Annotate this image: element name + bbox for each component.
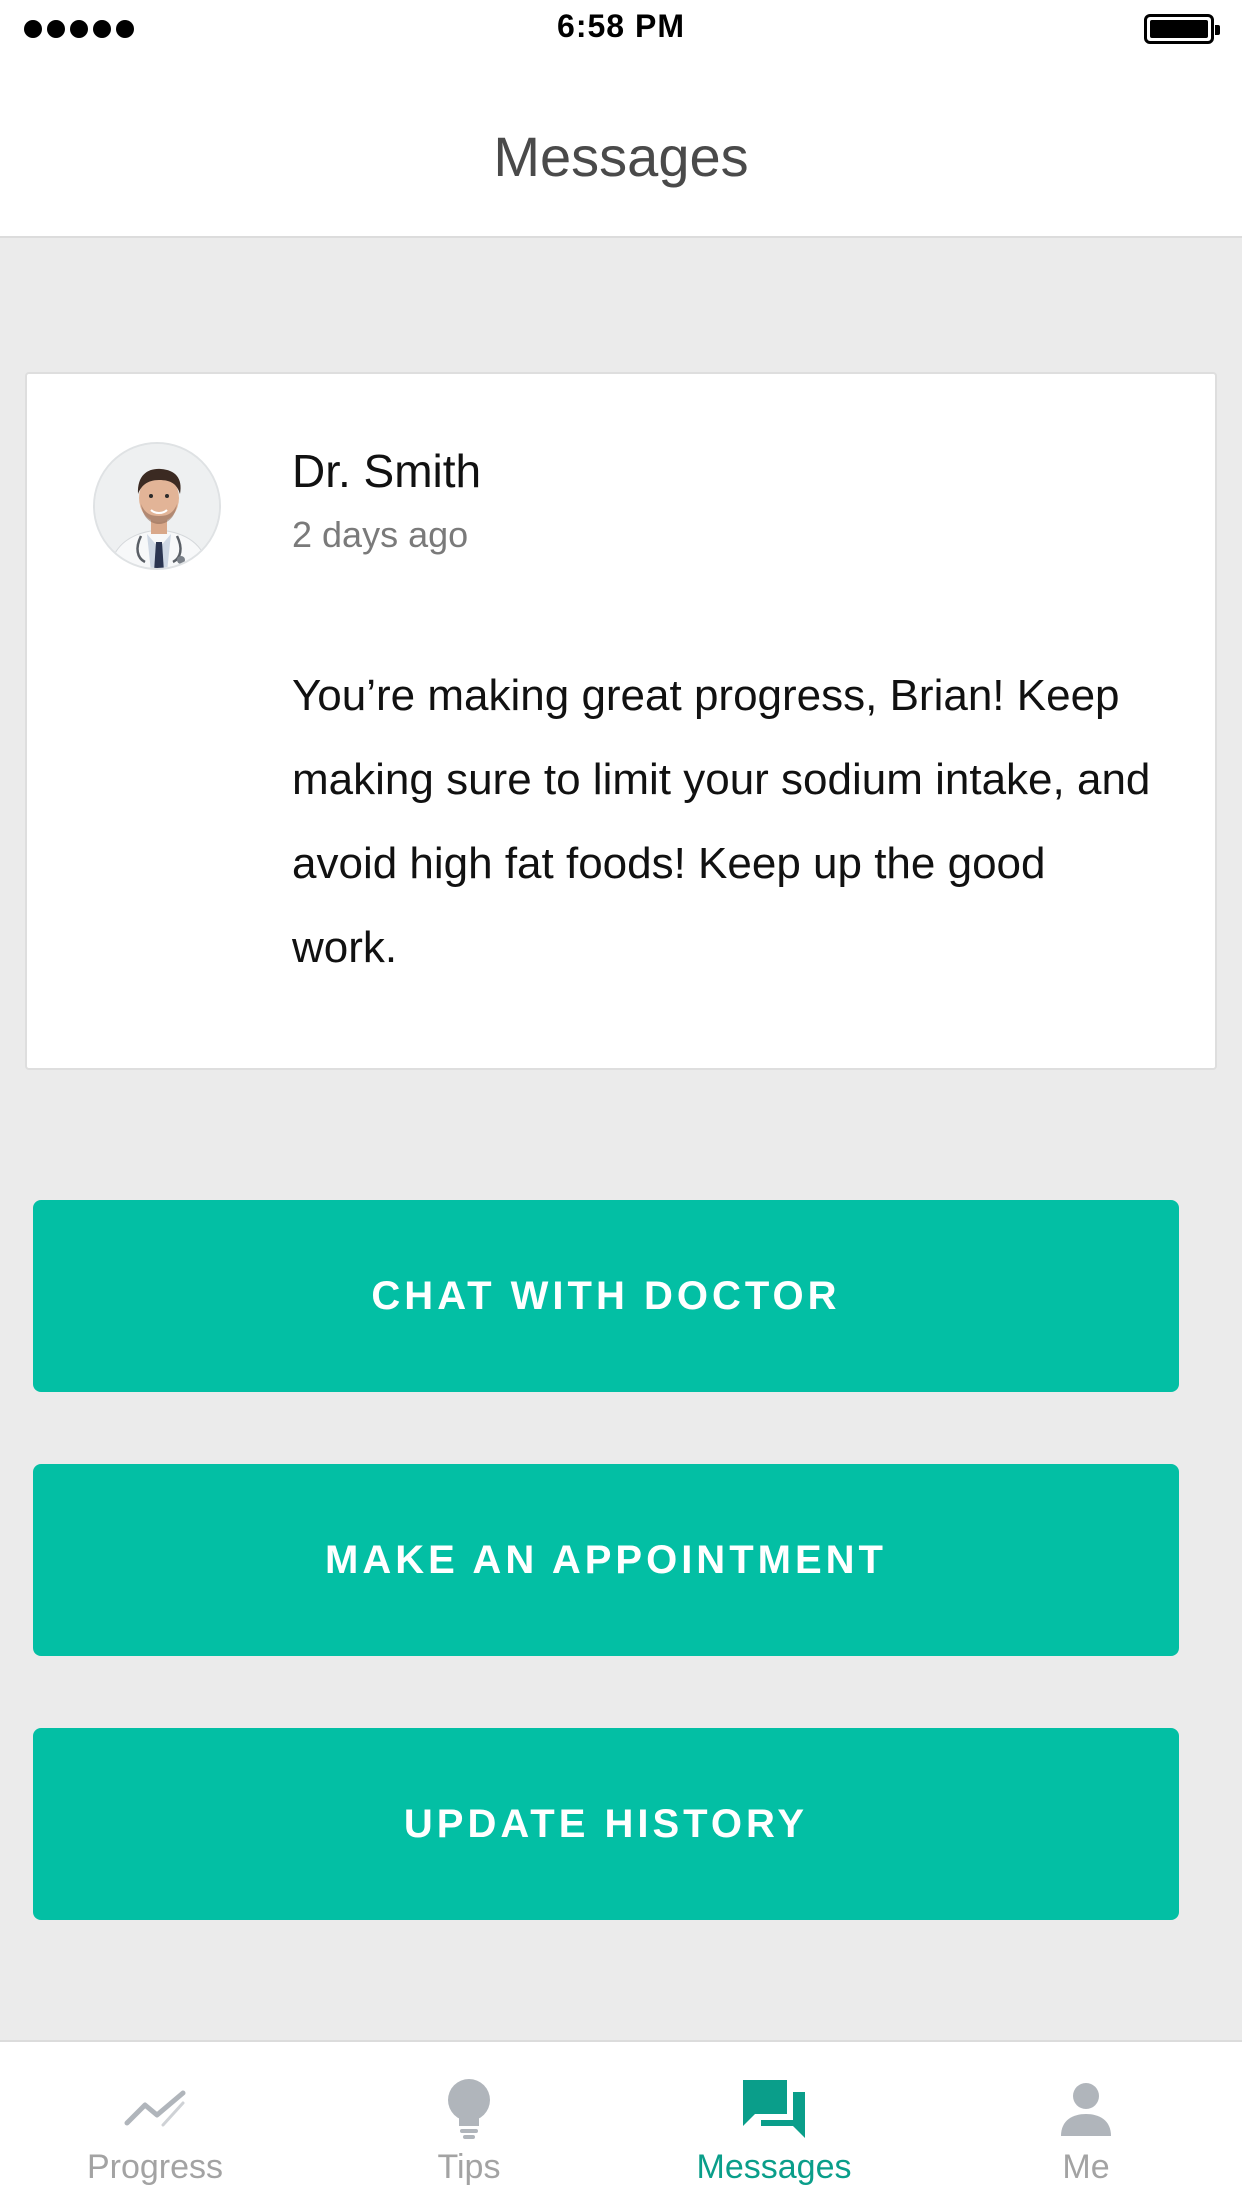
lightbulb-icon bbox=[445, 2076, 493, 2142]
chat-with-doctor-button[interactable]: CHAT WITH DOCTOR bbox=[33, 1200, 1179, 1392]
tab-progress[interactable]: Progress bbox=[35, 2042, 275, 2208]
make-appointment-button[interactable]: MAKE AN APPOINTMENT bbox=[33, 1464, 1179, 1656]
tab-bar: Progress Tips Messages Me bbox=[0, 2040, 1242, 2208]
chat-bubbles-icon bbox=[741, 2076, 807, 2142]
navigation-header: Messages bbox=[0, 56, 1242, 238]
tab-messages[interactable]: Messages bbox=[654, 2042, 894, 2208]
person-icon bbox=[1059, 2076, 1113, 2142]
tab-label: Tips bbox=[437, 2148, 501, 2186]
trend-line-icon bbox=[123, 2076, 187, 2142]
battery-icon bbox=[1144, 14, 1220, 44]
message-body: You’re making great progress, Brian! Kee… bbox=[292, 671, 1151, 972]
tab-label: Messages bbox=[696, 2148, 852, 2186]
sender-name: Dr. Smith bbox=[292, 445, 482, 497]
status-time: 6:58 PM bbox=[557, 8, 685, 44]
tab-label: Me bbox=[1062, 2148, 1110, 2186]
tab-label: Progress bbox=[86, 2148, 224, 2186]
update-history-button[interactable]: UPDATE HISTORY bbox=[33, 1728, 1179, 1920]
message-card[interactable]: Dr. Smith 2 days ago You’re making great… bbox=[25, 372, 1217, 1070]
doctor-avatar-icon bbox=[95, 444, 219, 568]
message-timestamp: 2 days ago bbox=[292, 514, 469, 555]
page-title: Messages bbox=[493, 125, 749, 188]
status-bar: 6:58 PM bbox=[0, 0, 1242, 56]
doctor-avatar bbox=[93, 442, 221, 570]
tab-me[interactable]: Me bbox=[966, 2042, 1206, 2208]
tab-tips[interactable]: Tips bbox=[349, 2042, 589, 2208]
